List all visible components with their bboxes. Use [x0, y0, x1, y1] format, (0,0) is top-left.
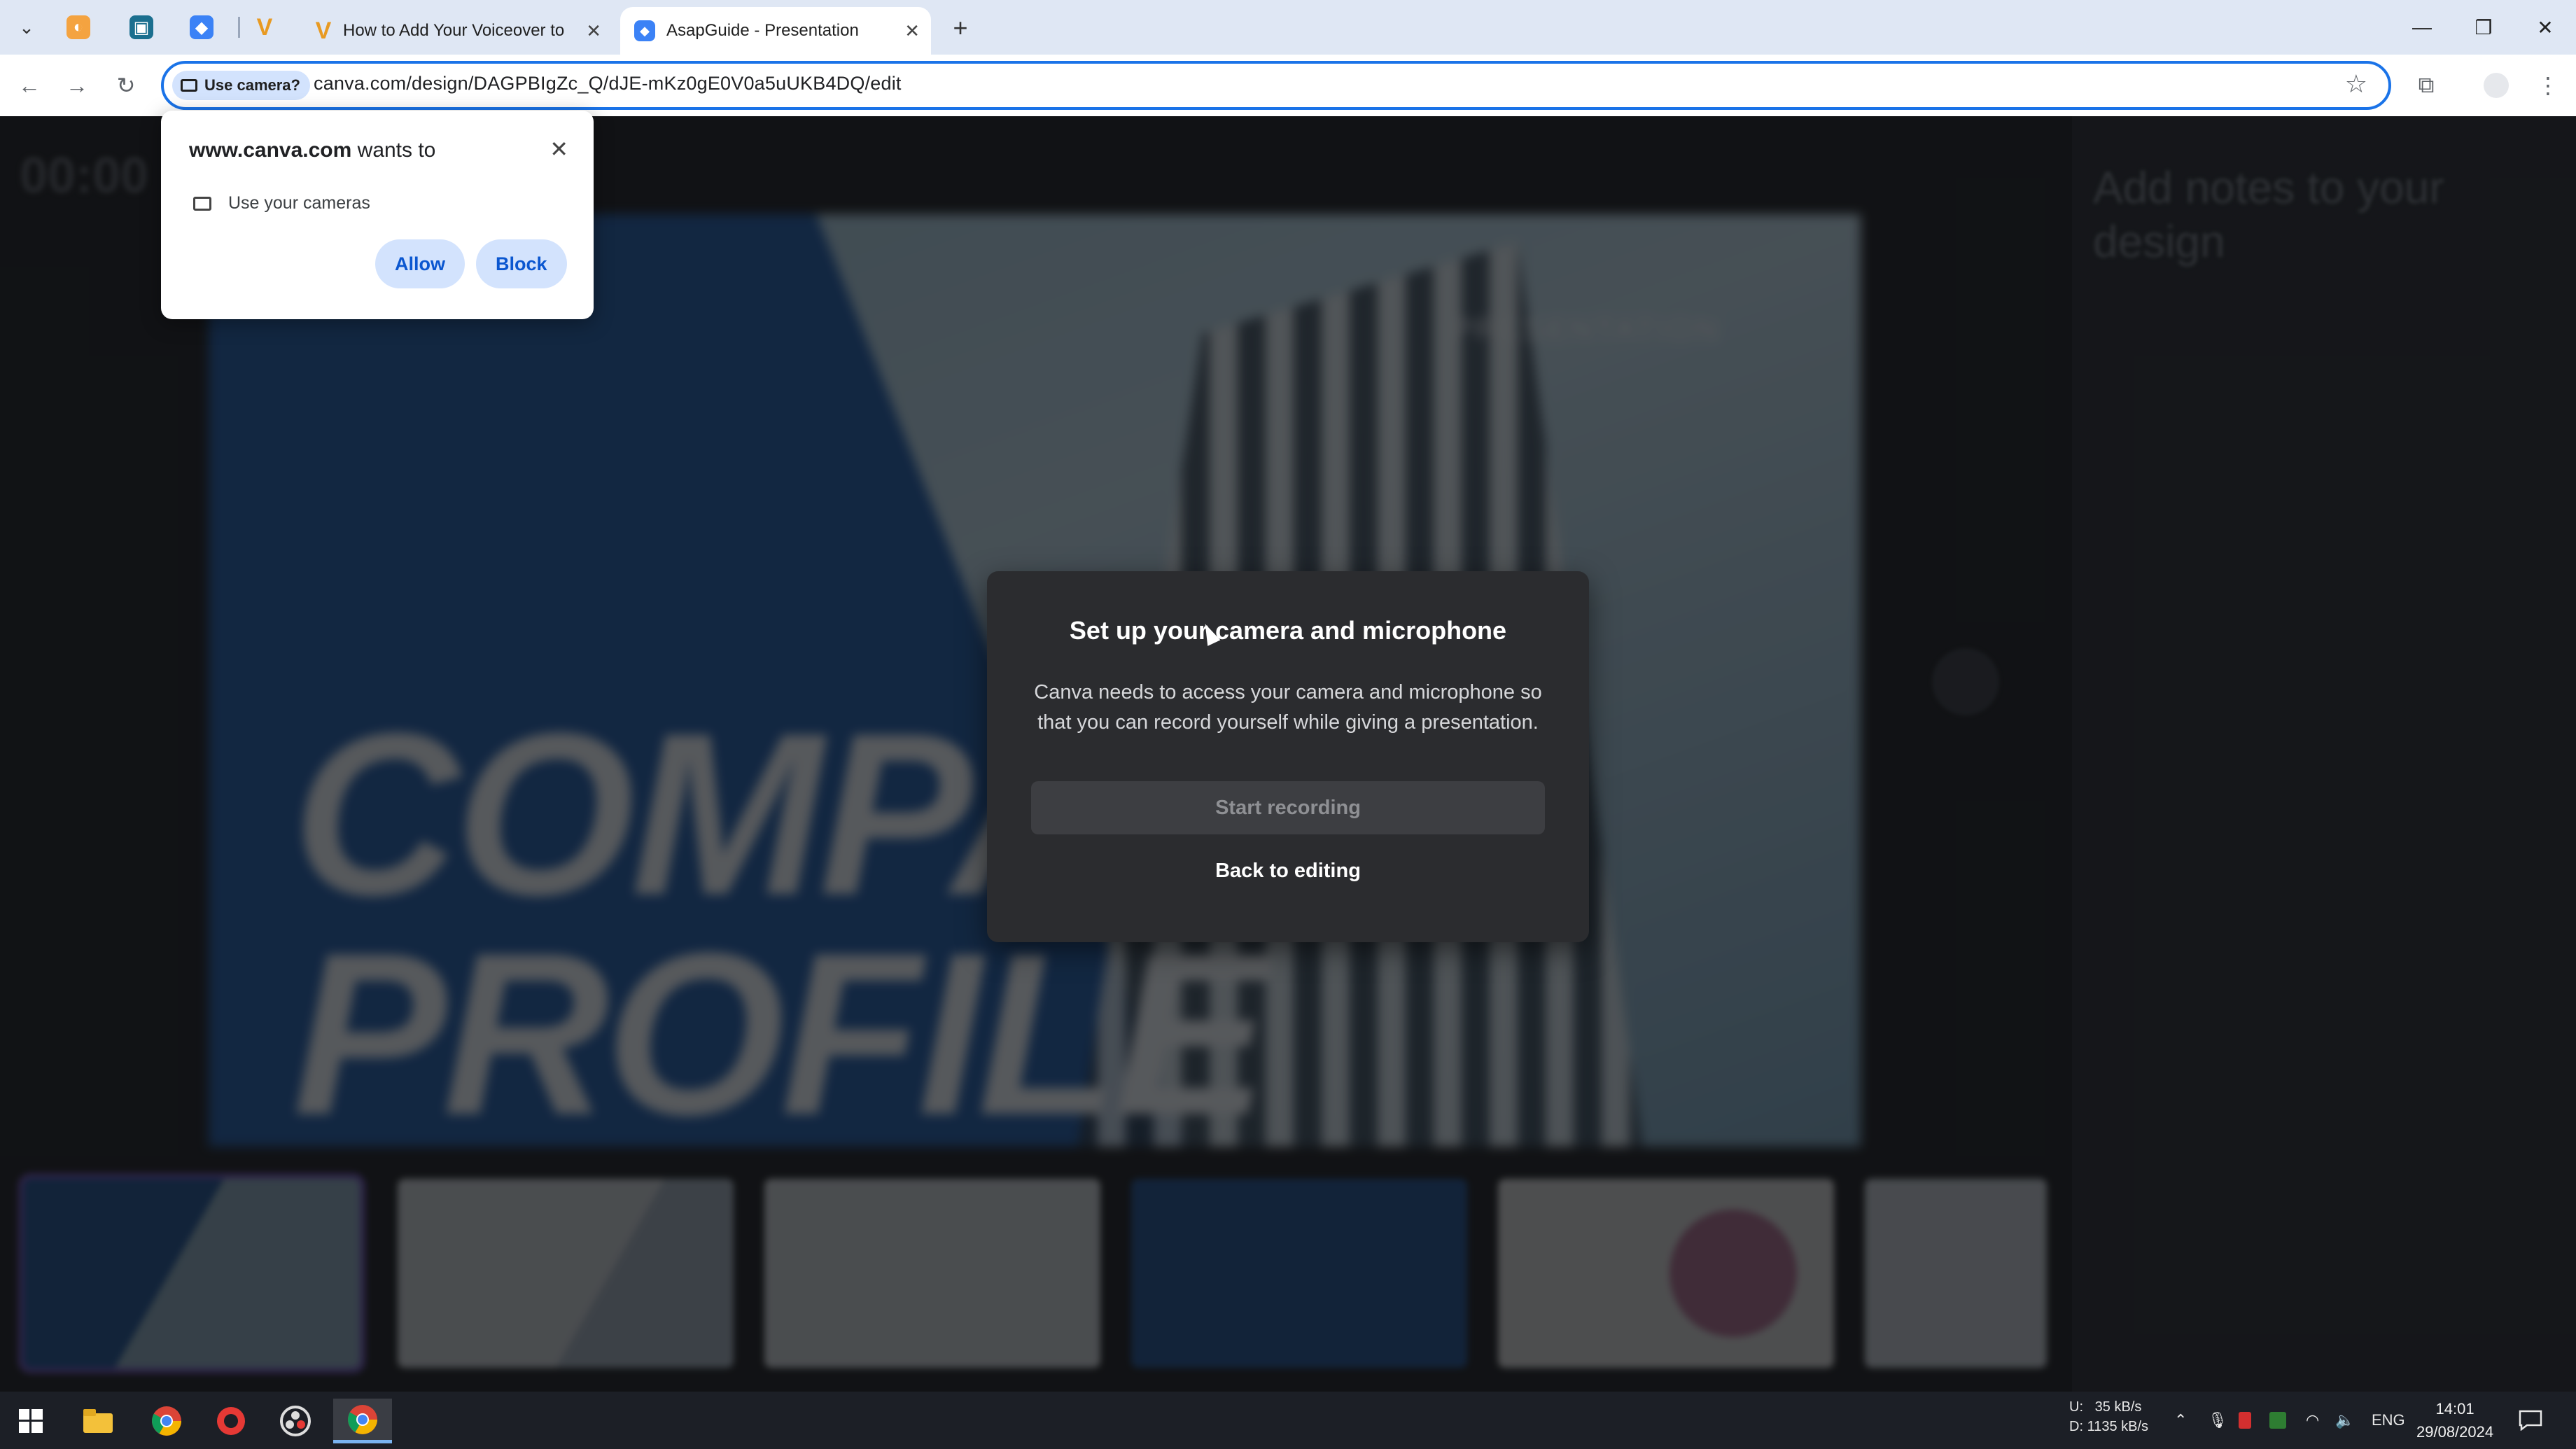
volume-icon[interactable]: 🔈 [2335, 1392, 2354, 1449]
app-tray-icon[interactable] [2269, 1392, 2286, 1449]
close-window-button[interactable]: ✕ [2517, 10, 2573, 45]
network-speed: U: 35 kB/s D: 1135 kB/s [2069, 1397, 2148, 1436]
chrome-active-icon[interactable] [333, 1399, 392, 1443]
pinned-tab-4[interactable]: V [242, 10, 287, 45]
permission-item: Use your cameras [193, 193, 370, 214]
camera-permission-chip[interactable]: Use camera? [172, 71, 310, 100]
camera-setup-dialog: Set up your camera and microphone Canva … [987, 571, 1589, 942]
tab-title: AsapGuide - Presentation [666, 21, 859, 40]
net-down-value: 1135 kB/s [2087, 1419, 2149, 1434]
tab-voiceover[interactable]: V How to Add Your Voiceover to ✕ [301, 7, 612, 55]
permission-title: www.canva.com wants to [189, 139, 435, 162]
show-hidden-icons-icon[interactable]: ⌃ [2174, 1392, 2187, 1449]
pinned-tab-1[interactable]: ◐ [56, 10, 101, 45]
allow-button[interactable]: Allow [375, 239, 465, 288]
permission-site: www.canva.com [189, 139, 352, 162]
reload-button[interactable]: ↻ [109, 69, 143, 102]
wifi-icon[interactable]: ◠ [2306, 1392, 2319, 1449]
address-bar[interactable]: Use camera? canva.com/design/DAGPBIgZc_Q… [161, 61, 2391, 110]
screen-recorder-icon[interactable] [202, 1399, 260, 1443]
back-to-editing-button[interactable]: Back to editing [1031, 844, 1545, 897]
avatar[interactable] [2484, 73, 2509, 98]
chrome-icon[interactable] [137, 1399, 196, 1443]
close-tab-icon[interactable]: ✕ [586, 20, 601, 42]
obs-icon[interactable] [266, 1399, 325, 1443]
v-favicon-icon: V [256, 13, 273, 41]
browser-toolbar: ← → ↻ Use camera? canva.com/design/DAGPB… [0, 55, 2576, 116]
notifications-icon[interactable] [2519, 1392, 2542, 1449]
tab-divider [238, 17, 240, 38]
clock-date: 29/08/2024 [2416, 1423, 2494, 1441]
tab-search-button[interactable]: ⌄ [10, 13, 43, 42]
url-text[interactable]: canva.com/design/DAGPBIgZc_Q/dJE-mKz0gE0… [314, 73, 902, 94]
permission-popup: www.canva.com wants to ✕ Use your camera… [161, 111, 594, 319]
bookmark-star-icon[interactable]: ☆ [2345, 69, 2367, 99]
asapguide-favicon-icon: ◆ [190, 15, 214, 39]
asapguide-favicon-icon: ◆ [634, 20, 655, 41]
language-indicator[interactable]: ENG [2372, 1392, 2405, 1449]
camera-chip-label: Use camera? [204, 76, 300, 94]
close-tab-icon[interactable]: ✕ [904, 20, 920, 42]
pinned-tab-2[interactable]: ▣ [119, 10, 164, 45]
camera-icon [181, 79, 197, 92]
camera-icon [193, 196, 211, 211]
microphone-icon[interactable]: 🎙 [2208, 1392, 2227, 1449]
dialog-title: Set up your camera and microphone [1069, 616, 1507, 645]
tab-asapguide[interactable]: ◆ AsapGuide - Presentation ✕ [620, 7, 931, 55]
block-button[interactable]: Block [476, 239, 567, 288]
permission-suffix: wants to [351, 139, 436, 162]
image-favicon-icon: ▣ [130, 15, 153, 39]
tab-strip: ⌄ ◐ ▣ ◆ V V How to Add Your Voiceover to… [0, 0, 2576, 55]
recording-tray-icon[interactable] [2239, 1392, 2251, 1449]
file-explorer-icon[interactable] [69, 1399, 127, 1443]
net-down-label: D: [2069, 1419, 2083, 1434]
pinned-tab-3[interactable]: ◆ [179, 10, 224, 45]
clock-time: 14:01 [2435, 1400, 2474, 1418]
net-up-value: 35 kB/s [2094, 1399, 2142, 1415]
taskbar: U: 35 kB/s D: 1135 kB/s ⌃ 🎙 ◠ 🔈 ENG 14:0… [0, 1392, 2576, 1449]
minimize-button[interactable]: — [2394, 10, 2450, 45]
tab-title: How to Add Your Voiceover to [343, 21, 565, 40]
menu-kebab-icon[interactable]: ⋮ [2531, 69, 2565, 102]
back-button[interactable]: ← [13, 69, 46, 102]
restore-button[interactable]: ❐ [2456, 10, 2512, 45]
app-favicon-icon: ◐ [66, 15, 90, 39]
forward-button[interactable]: → [60, 69, 94, 102]
taskbar-clock[interactable]: 14:01 29/08/2024 [2416, 1397, 2493, 1443]
dialog-body: Canva needs to access your camera and mi… [1034, 681, 1542, 734]
start-recording-button[interactable]: Start recording [1031, 781, 1545, 834]
extensions-icon[interactable]: ⧉ [2409, 69, 2443, 102]
v-favicon-icon: V [315, 17, 332, 44]
net-up-label: U: [2069, 1399, 2083, 1415]
permission-item-label: Use your cameras [228, 193, 370, 213]
start-windows-icon[interactable] [1, 1399, 60, 1443]
close-icon[interactable]: ✕ [550, 136, 568, 162]
new-tab-button[interactable]: + [945, 13, 976, 43]
